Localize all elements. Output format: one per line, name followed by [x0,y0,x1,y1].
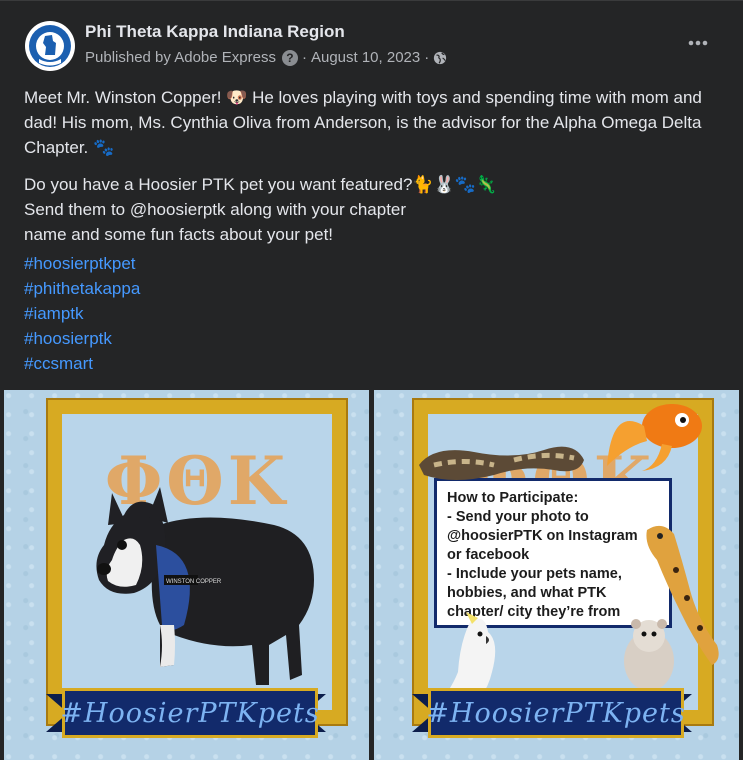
post-meta: Published by Adobe Express ? · August 10… [85,49,447,66]
hashtag-link[interactable]: #iamptk [24,301,140,326]
info-line: hobbies, and what PTK [447,585,607,601]
snake-image [419,446,584,480]
post-date[interactable]: August 10, 2023 [311,49,420,66]
info-line: - Send your photo to [447,509,589,525]
info-line: How to Participate: [447,490,579,506]
hashtag-banner: #HoosierPTKpets [60,688,319,738]
page-name-link[interactable]: Phi Theta Kappa Indiana Region [85,22,345,42]
svg-text:WINSTON COPPER: WINSTON COPPER [166,579,222,585]
goldfish-image [607,404,702,471]
hashtag-banner: #HoosierPTKpets [426,688,685,738]
hashtag-link[interactable]: #phithetakappa [24,276,140,301]
hashtag-link[interactable]: #hoosierptkpet [24,251,140,276]
dog-photo: WINSTON COPPER [96,487,314,685]
post-body: Meet Mr. Winston Copper! 🐶 He loves play… [24,85,714,259]
question-icon[interactable]: ? [281,49,298,66]
hashtag-link[interactable]: #ccsmart [24,351,140,376]
hashtag-link[interactable]: #hoosierptk [24,326,140,351]
info-line: @hoosierPTK on Instagram [447,528,638,544]
post-photo-1[interactable]: ΦΘΚ WINSTON COPPER #HoosierPTKpets [4,390,369,760]
more-options-button[interactable] [680,25,716,61]
info-line: or facebook [447,547,530,563]
meta-separator-2: · [424,49,430,66]
meta-separator: · [301,49,307,66]
post-paragraph: Do you have a Hoosier PTK pet you want f… [24,175,498,244]
page-avatar[interactable] [25,21,75,71]
post-paragraph: Meet Mr. Winston Copper! 🐶 He loves play… [24,88,702,157]
hashtag-list: #hoosierptkpet #phithetakappa #iamptk #h… [24,251,140,376]
globe-icon[interactable] [433,51,447,65]
more-options-icon [688,40,708,46]
info-line: - Include your pets name, [447,566,622,582]
feed-post: Phi Theta Kappa Indiana Region Published… [0,0,743,760]
hamster-image [624,619,674,691]
ptk-logo-icon [26,22,74,70]
post-header: Phi Theta Kappa Indiana Region Published… [0,1,743,77]
post-photo-2[interactable]: ΦΘΚ How to Participate: - Send your phot… [374,390,739,760]
published-by: Published by Adobe Express [85,49,276,66]
